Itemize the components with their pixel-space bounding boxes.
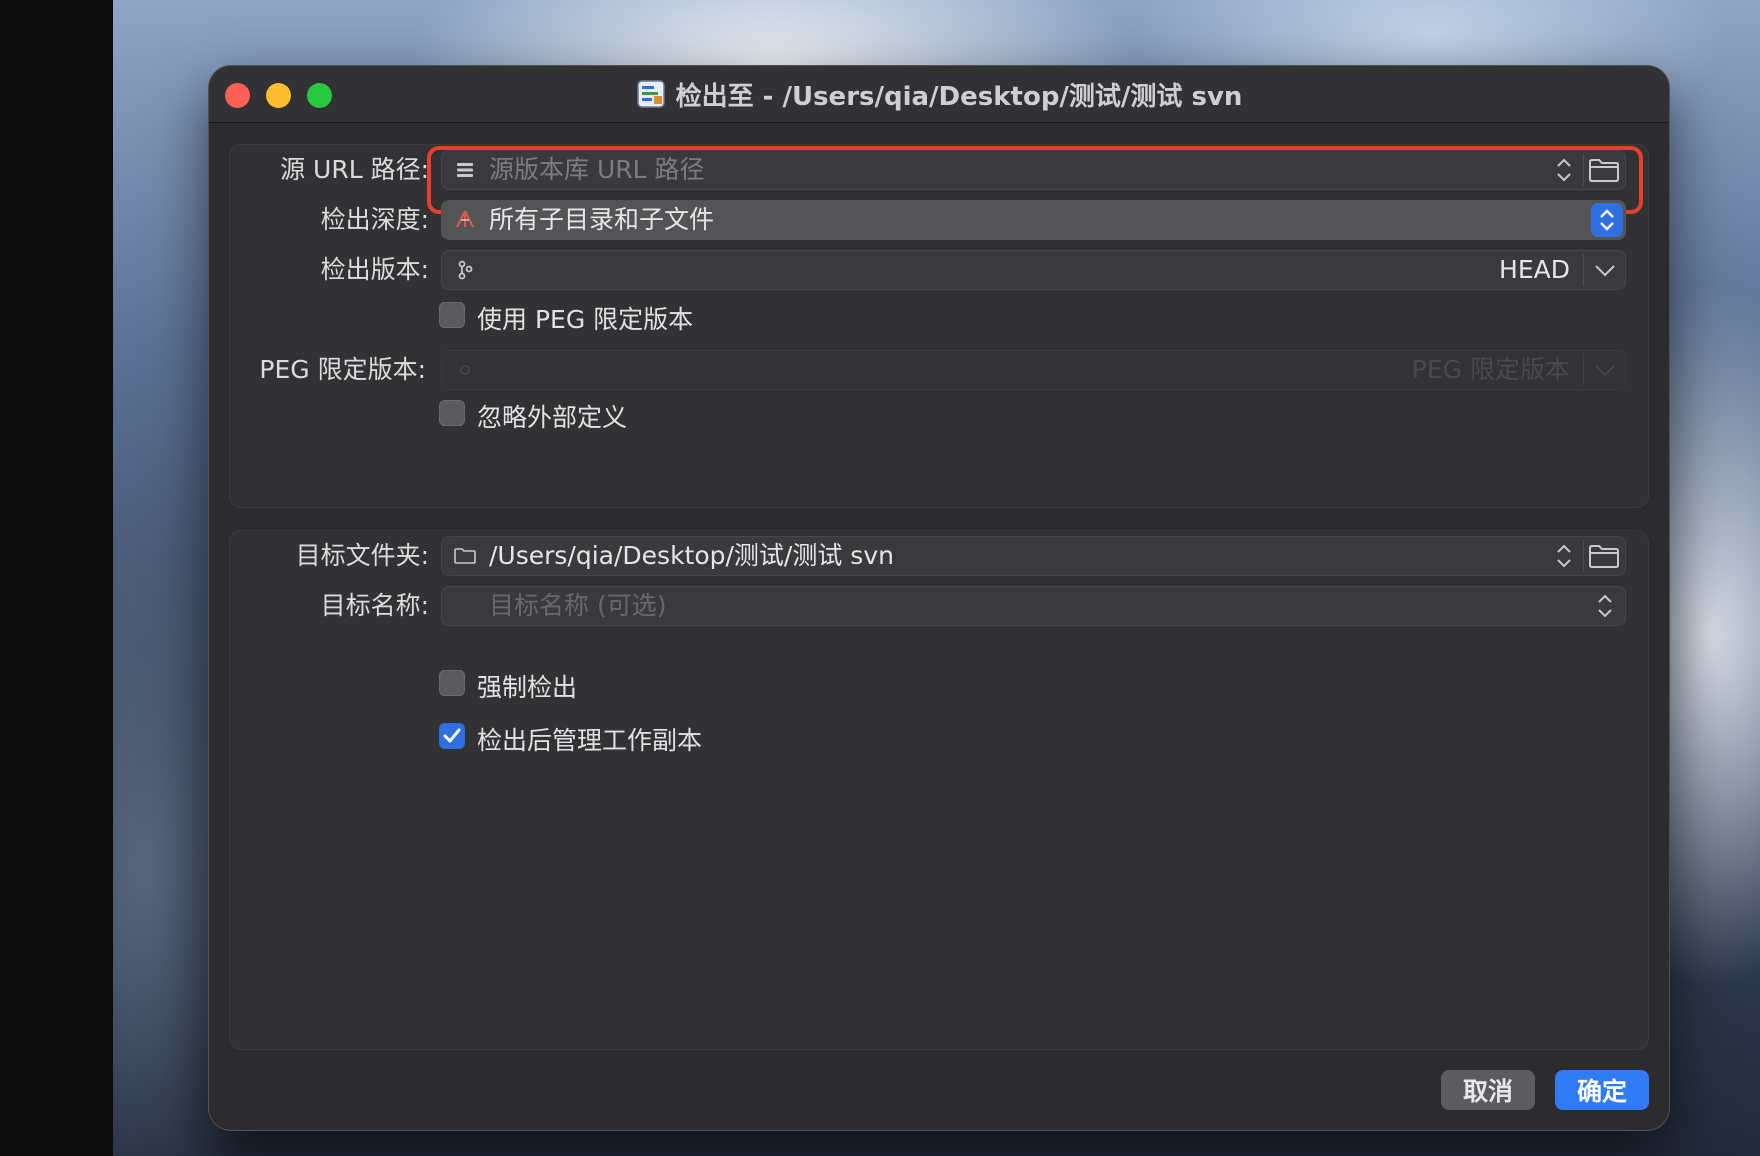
- window-title: 检出至 - /Users/qia/Desktop/测试/测试 svn: [675, 81, 1243, 112]
- force-checkout-checkbox[interactable]: [439, 670, 465, 696]
- chevron-up-down-icon[interactable]: [1552, 540, 1576, 572]
- checkmark-icon: [443, 728, 461, 743]
- revision-label: 检出版本:: [320, 255, 429, 284]
- revision-combobox[interactable]: HEAD: [441, 250, 1626, 290]
- depth-popup[interactable]: 所有子目录和子文件: [441, 200, 1626, 240]
- app-icon: [636, 80, 665, 108]
- chevron-down-icon[interactable]: [1593, 254, 1617, 286]
- target-folder-label: 目标文件夹:: [295, 541, 429, 570]
- ignore-externals-checkbox[interactable]: [439, 400, 465, 426]
- target-name-input[interactable]: 目标名称 (可选): [489, 586, 666, 626]
- revision-branch-icon: [458, 260, 473, 280]
- revision-value[interactable]: HEAD: [1499, 250, 1570, 290]
- ok-button[interactable]: 确定: [1555, 1070, 1649, 1110]
- peg-label: PEG 限定版本:: [259, 355, 426, 384]
- target-name-label: 目标名称:: [320, 591, 429, 620]
- revision-branch-icon: [460, 365, 470, 375]
- checkout-dialog: 检出至 - /Users/qia/Desktop/测试/测试 svn 源 URL…: [209, 66, 1669, 1130]
- target-folder-field[interactable]: /Users/qia/Desktop/测试/测试 svn: [441, 536, 1626, 576]
- manage-working-copy-label: 检出后管理工作副本: [477, 726, 703, 755]
- use-peg-checkbox[interactable]: [439, 302, 465, 328]
- depth-popup-button[interactable]: [1591, 203, 1623, 237]
- peg-combobox-disabled: PEG 限定版本: [441, 350, 1626, 390]
- title-bar: 检出至 - /Users/qia/Desktop/测试/测试 svn: [209, 66, 1669, 123]
- folder-icon: [454, 548, 476, 564]
- ignore-externals-label: 忽略外部定义: [477, 403, 628, 432]
- depth-tree-icon: [456, 210, 474, 228]
- depth-value: 所有子目录和子文件: [489, 205, 715, 234]
- browse-folder-icon[interactable]: [1588, 543, 1620, 569]
- target-folder-input[interactable]: /Users/qia/Desktop/测试/测试 svn: [489, 536, 894, 576]
- peg-input: PEG 限定版本: [1411, 355, 1570, 384]
- manage-working-copy-checkbox[interactable]: [439, 723, 465, 749]
- cancel-button[interactable]: 取消: [1441, 1070, 1535, 1110]
- use-peg-label: 使用 PEG 限定版本: [477, 305, 694, 334]
- chevron-up-down-icon[interactable]: [1593, 590, 1617, 622]
- force-checkout-label: 强制检出: [477, 673, 578, 702]
- depth-label: 检出深度:: [320, 205, 429, 234]
- chevron-up-down-icon: [1600, 209, 1614, 231]
- source-url-label: 源 URL 路径:: [280, 155, 429, 184]
- target-name-field[interactable]: 目标名称 (可选): [441, 586, 1626, 626]
- chevron-down-icon: [1595, 365, 1615, 377]
